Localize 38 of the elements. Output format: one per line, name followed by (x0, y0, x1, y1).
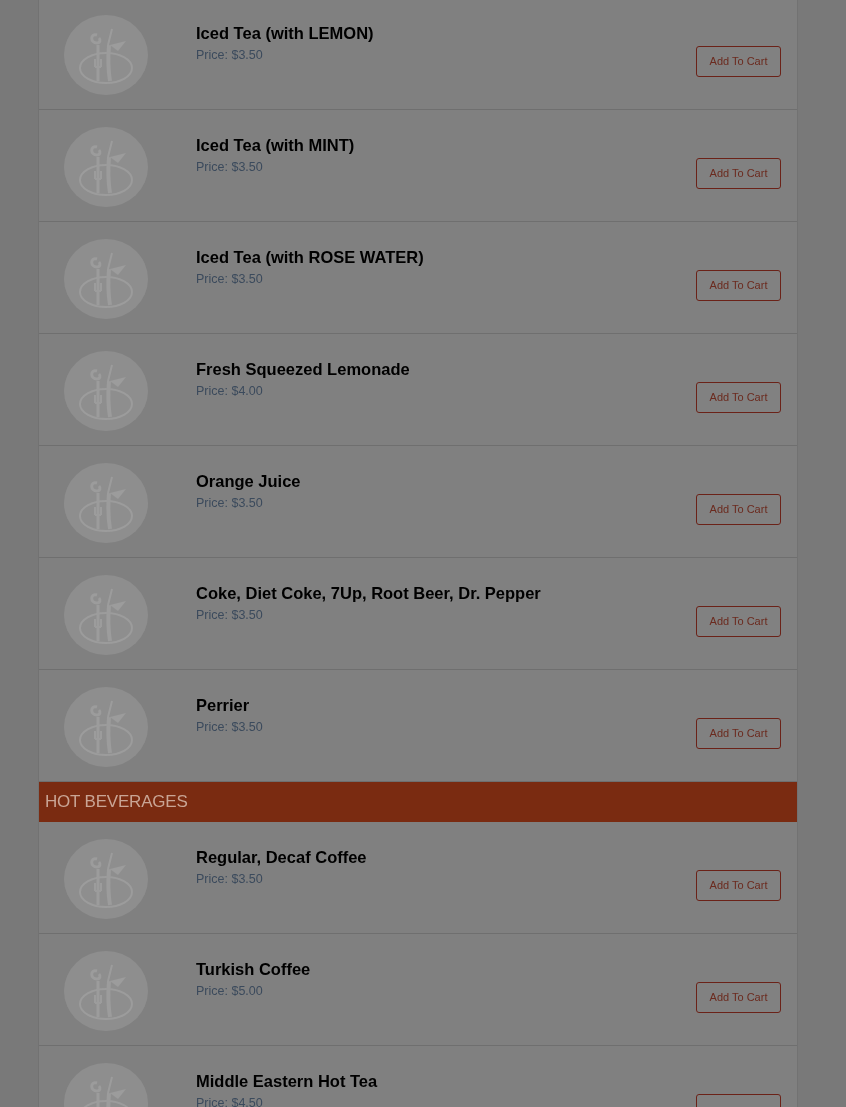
plate-utensils-icon (64, 951, 148, 1031)
item-price: Price: $3.50 (196, 495, 264, 512)
item-price: Price: $3.50 (196, 871, 264, 888)
add-to-cart-button[interactable]: Add To Cart (696, 158, 781, 189)
add-to-cart-button[interactable]: Add To Cart (696, 382, 781, 413)
add-to-cart-button[interactable]: Add To Cart (696, 606, 781, 637)
item-name: Middle Eastern Hot Tea (196, 1071, 379, 1092)
item-price: Price: $3.50 (196, 47, 264, 64)
item-name: Turkish Coffee (196, 959, 312, 980)
item-name: Iced Tea (with ROSE WATER) (196, 247, 425, 268)
plate-utensils-icon (64, 239, 148, 319)
item-price: Price: $5.00 (196, 983, 264, 1000)
plate-utensils-icon (64, 839, 148, 919)
item-price: Price: $4.00 (196, 383, 264, 400)
add-to-cart-button[interactable]: Add To Cart (696, 494, 781, 525)
item-price: Price: $3.50 (196, 607, 264, 624)
item-name: Iced Tea (with LEMON) (196, 23, 375, 44)
item-name: Perrier (196, 695, 251, 716)
item-name: Regular, Decaf Coffee (196, 847, 368, 868)
plate-utensils-icon (64, 687, 148, 767)
item-name: Iced Tea (with MINT) (196, 135, 356, 156)
add-to-cart-button[interactable]: Add To Cart (696, 870, 781, 901)
plate-utensils-icon (64, 127, 148, 207)
item-price: Price: $3.50 (196, 271, 264, 288)
add-to-cart-button[interactable]: Add To Cart (696, 718, 781, 749)
item-price: Price: $3.50 (196, 159, 264, 176)
add-to-cart-button[interactable]: Add To Cart (696, 46, 781, 77)
item-name: Orange Juice (196, 471, 302, 492)
item-name: Coke, Diet Coke, 7Up, Root Beer, Dr. Pepper (196, 583, 542, 604)
section-header: HOT BEVERAGES (39, 782, 797, 822)
add-to-cart-button[interactable]: Add To Cart (696, 270, 781, 301)
plate-utensils-icon (64, 351, 148, 431)
item-name: Fresh Squeezed Lemonade (196, 359, 411, 380)
item-price: Price: $3.50 (196, 719, 264, 736)
plate-utensils-icon (64, 463, 148, 543)
plate-utensils-icon (64, 575, 148, 655)
plate-utensils-icon (64, 15, 148, 95)
add-to-cart-button[interactable]: Add To Cart (696, 982, 781, 1013)
